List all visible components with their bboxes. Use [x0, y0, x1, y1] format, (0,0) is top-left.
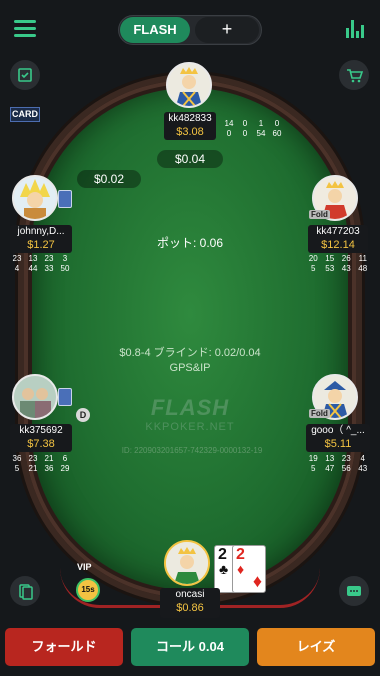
- player-name: kk375692: [19, 425, 63, 436]
- table-logo: FLASH KKPOKER.NET: [120, 395, 260, 433]
- cards-icon: [19, 584, 33, 600]
- player-stack: $3.08: [176, 126, 204, 138]
- table-tabs: FLASH +: [118, 15, 262, 45]
- logo-main: FLASH: [150, 395, 230, 420]
- top-bar: FLASH +: [0, 0, 380, 60]
- tab-add[interactable]: +: [195, 17, 259, 43]
- nameplate-hero: oncasi $0.86: [160, 588, 220, 618]
- time-bank-timer[interactable]: 15s: [76, 578, 100, 602]
- hud-stats-top: 14 0 1 0 0 0 54 60: [224, 119, 282, 138]
- stats-icon[interactable]: [346, 20, 364, 38]
- call-button[interactable]: コール 0.04: [131, 628, 249, 666]
- player-name: johnny,D...: [17, 226, 65, 237]
- diamond-icon: ♦: [252, 571, 262, 591]
- gps-ip-label: GPS&IP: [169, 362, 211, 374]
- logo-sub: KKPOKER.NET: [145, 421, 235, 433]
- hud-stats-left-upper: 23 13 23 3 4 44 33 50: [12, 254, 70, 273]
- avatar-left-upper[interactable]: [12, 175, 58, 221]
- player-name: kk482833: [168, 113, 212, 124]
- menu-icon[interactable]: [14, 20, 36, 38]
- card-chip[interactable]: CARD: [10, 107, 40, 122]
- dealer-button: D: [76, 408, 90, 422]
- pot-amount: ポット: 0.06: [156, 236, 224, 250]
- player-name: kk477203: [316, 226, 360, 237]
- shop-button[interactable]: [339, 60, 369, 90]
- card-back: [58, 388, 72, 406]
- card-history-button[interactable]: [10, 576, 40, 606]
- photo-avatar-icon: [14, 376, 56, 418]
- player-stack: $12.14: [321, 239, 355, 251]
- avatar-top[interactable]: [166, 62, 212, 108]
- bet-top: $0.04: [157, 150, 223, 168]
- player-stack: $5.11: [324, 438, 352, 450]
- vip-badge: VIP: [77, 562, 92, 572]
- nameplate-right-lower: gooo（ ^_... $5.11: [306, 424, 370, 452]
- bet-left: $0.02: [77, 170, 141, 188]
- nameplate-right-upper: kk477203 $12.14: [308, 225, 368, 253]
- fold-tag: Fold: [309, 210, 330, 219]
- calendar-check-button[interactable]: [10, 60, 40, 90]
- avatar-hero[interactable]: [164, 540, 210, 586]
- king-avatar-icon: [168, 64, 210, 106]
- raise-button[interactable]: レイズ: [257, 628, 375, 666]
- calendar-check-icon: [18, 68, 32, 82]
- player-stack: $7.38: [27, 438, 55, 450]
- cart-icon: [347, 69, 364, 83]
- nameplate-left-lower: kk375692 $7.38: [10, 424, 72, 452]
- table-id: ID: 220903201657-742329-0000132-19: [121, 446, 263, 455]
- player-name: oncasi: [175, 589, 205, 600]
- nameplate-top: kk482833 $3.08: [164, 112, 216, 140]
- hud-stats-right-lower: 19 13 23 4 5 47 56 43: [308, 454, 368, 473]
- chat-icon: [347, 586, 361, 596]
- fold-button[interactable]: フォールド: [5, 628, 123, 666]
- chat-button[interactable]: [339, 576, 369, 606]
- hud-stats-left-lower: 36 23 21 6 5 21 36 29: [12, 454, 70, 473]
- tab-flash[interactable]: FLASH: [120, 17, 190, 43]
- nameplate-left-upper: johnny,D... $1.27: [10, 225, 72, 253]
- player-stack: $0.86: [176, 602, 204, 614]
- hole-card-2: 2 ♦ ♦: [232, 545, 266, 593]
- player-name: gooo（ ^_...: [311, 425, 365, 436]
- card-back: [58, 190, 72, 208]
- king-avatar-icon: [166, 542, 208, 584]
- player-stack: $1.27: [27, 239, 55, 251]
- fold-tag: Fold: [309, 409, 330, 418]
- hud-stats-right-upper: 20 15 26 11 5 53 43 48: [308, 254, 368, 273]
- diamond-icon: ♦: [237, 561, 245, 577]
- anime-avatar-icon: [14, 177, 56, 219]
- blinds-text: $0.8-4 ブラインド: 0.02/0.04: [119, 347, 261, 359]
- avatar-left-lower[interactable]: [12, 374, 58, 420]
- blinds-info: $0.8-4 ブラインド: 0.02/0.04 GPS&IP: [80, 346, 300, 376]
- club-icon: ♣: [219, 561, 229, 577]
